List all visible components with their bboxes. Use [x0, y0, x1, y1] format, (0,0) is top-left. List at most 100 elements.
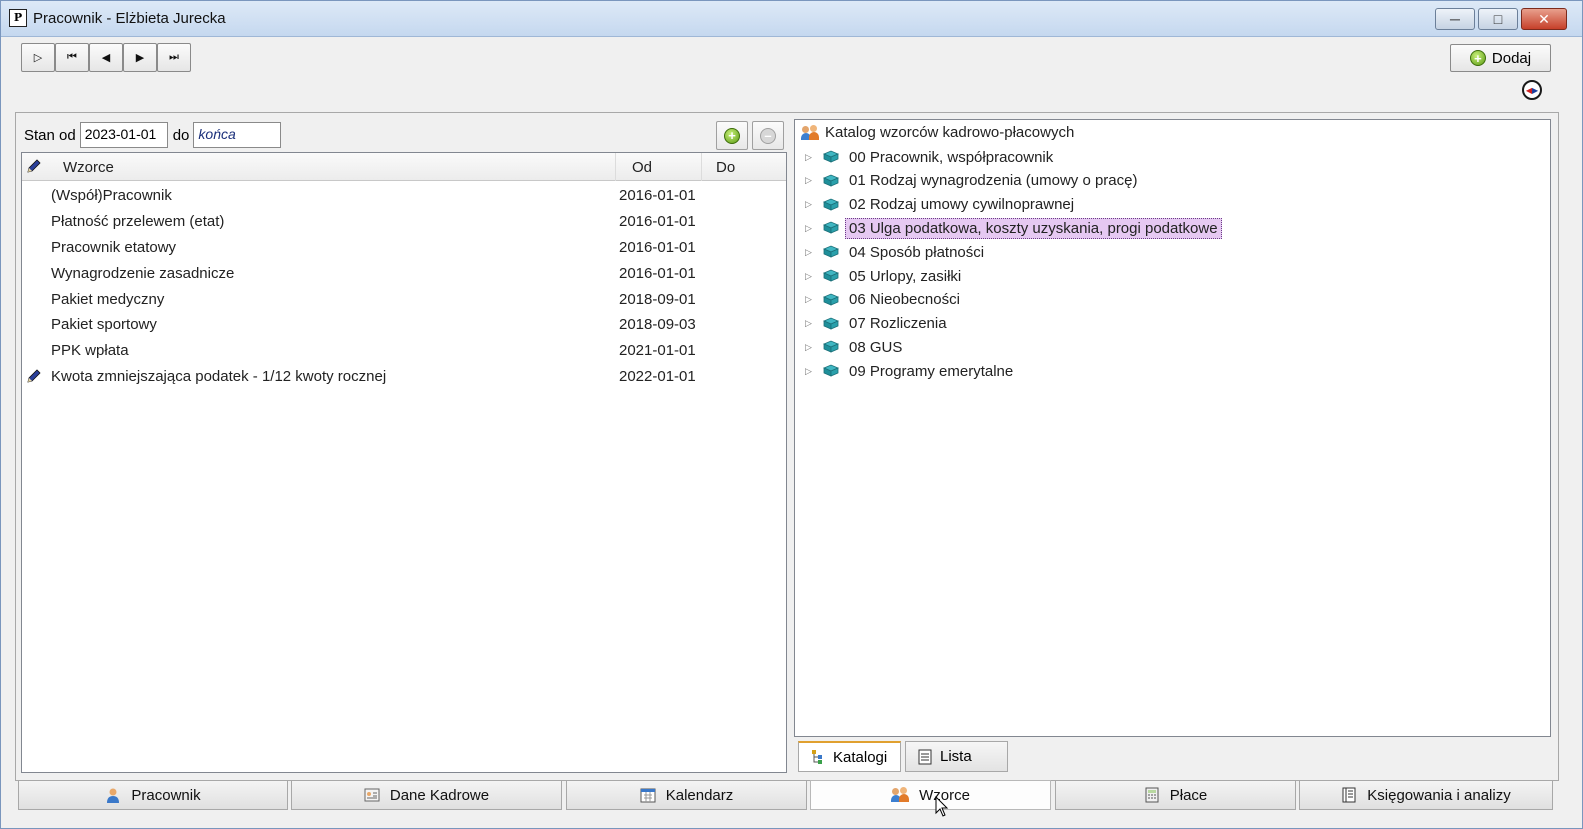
tab-pracownik[interactable]: Pracownik — [18, 780, 288, 810]
expand-arrow-icon[interactable]: ▷ — [805, 271, 813, 282]
table-row[interactable]: Pakiet sportowy 2018-09-03 — [22, 312, 786, 338]
last-record-button[interactable]: ⏭ — [157, 43, 191, 72]
book-icon — [823, 317, 839, 330]
row-name: Kwota zmniejszająca podatek - 1/12 kwoty… — [51, 368, 387, 386]
tree-item-label: 01 Rodzaj wynagrodzenia (umowy o pracę) — [849, 172, 1138, 190]
tab-place[interactable]: Płace — [1055, 780, 1296, 810]
book-icon — [823, 364, 839, 377]
add-button-label: Dodaj — [1491, 49, 1532, 67]
tree-item[interactable]: ▷ 06 Nieobecności — [805, 289, 964, 311]
first-icon: ⏮ — [67, 51, 77, 63]
book-icon — [823, 174, 839, 187]
row-from-date: 2016-01-01 — [619, 238, 696, 256]
column-header-from[interactable]: Od — [632, 159, 652, 176]
table-row[interactable]: Płatność przelewem (etat) 2016-01-01 — [22, 209, 786, 235]
expand-arrow-icon[interactable]: ▷ — [805, 223, 813, 234]
book-icon — [823, 245, 839, 258]
close-button[interactable]: ✕ — [1521, 8, 1567, 30]
tab-ksiegowania-label: Księgowania i analizy — [1367, 786, 1511, 804]
expand-arrow-icon[interactable]: ▷ — [805, 152, 813, 163]
ledger-icon — [1342, 787, 1356, 803]
list-icon — [918, 749, 932, 764]
minimize-button[interactable]: ─ — [1435, 8, 1475, 30]
row-name: Pracownik etatowy — [51, 238, 177, 256]
table-row[interactable]: Wynagrodzenie zasadnicze 2016-01-01 — [22, 261, 786, 287]
tab-wzorce[interactable]: Wzorce — [810, 780, 1051, 810]
row-from-date: 2018-09-01 — [619, 290, 696, 308]
row-name: (Współ)Pracownik — [51, 187, 172, 204]
book-icon — [823, 269, 839, 282]
table-row[interactable]: Kwota zmniejszająca podatek - 1/12 kwoty… — [22, 364, 786, 390]
tree-item[interactable]: ▷ 09 Programy emerytalne — [805, 360, 1017, 382]
table-row[interactable]: Pakiet medyczny 2018-09-01 — [22, 287, 786, 313]
tree-item-label: 09 Programy emerytalne — [849, 362, 1014, 380]
mouse-cursor-icon — [935, 796, 949, 817]
table-row[interactable]: PPK wpłata 2021-01-01 — [22, 338, 786, 364]
date-from-label: Stan od — [24, 126, 76, 144]
row-name: Płatność przelewem (etat) — [51, 212, 225, 230]
plus-icon: + — [1469, 50, 1486, 66]
tree-item[interactable]: ▷ 00 Pracownik, współpracownik — [805, 146, 1057, 168]
tree-item[interactable]: ▷ 04 Sposób płatności — [805, 241, 988, 263]
add-template-button[interactable]: + — [716, 121, 748, 150]
tab-katalogi[interactable]: Katalogi — [798, 741, 901, 772]
card-icon — [364, 788, 380, 802]
tree-item-label: 04 Sposób płatności — [849, 243, 985, 261]
new-record-button[interactable]: ▷ — [21, 43, 55, 72]
tree-item[interactable]: ▷ 01 Rodzaj wynagrodzenia (umowy o pracę) — [805, 170, 1141, 192]
expand-arrow-icon[interactable]: ▷ — [805, 175, 813, 186]
title-bar[interactable]: P Pracownik - Elżbieta Jurecka ─ □ ✕ — [1, 1, 1582, 37]
book-icon — [823, 340, 839, 353]
grid-body: (Współ)Pracownik 2016-01-01 Płatność przel… — [22, 183, 786, 390]
tree-item[interactable]: ▷ 02 Rodzaj umowy cywilnoprawnej — [805, 194, 1078, 216]
catalog-tree[interactable]: Katalog wzorców kadrowo-płacowych ▷ 00 Pr… — [794, 119, 1551, 737]
next-record-button[interactable]: ▶ — [123, 43, 157, 72]
tab-kalendarz[interactable]: Kalendarz — [566, 780, 807, 810]
row-name: Pakiet sportowy — [51, 316, 157, 334]
expand-arrow-icon[interactable]: ▷ — [805, 342, 813, 353]
row-name: Pakiet medyczny — [51, 290, 165, 308]
first-record-button[interactable]: ⏮ — [55, 43, 89, 72]
tree-item-label: 05 Urlopy, zasiłki — [849, 267, 962, 285]
tree-item[interactable]: ▷ 03 Ulga podatkowa, koszty uzyskania, pr… — [805, 217, 1222, 239]
table-row[interactable]: Pracownik etatowy 2016-01-01 — [22, 235, 786, 261]
calendar-icon — [640, 788, 656, 803]
templates-grid[interactable]: Wzorce Od Do (Współ)Pracownik 2016-01-01 P… — [21, 152, 787, 773]
tab-dane-kadrowe[interactable]: Dane Kadrowe — [291, 780, 562, 810]
book-icon — [823, 150, 839, 163]
switch-view-icon[interactable]: ◀ ▶ — [1522, 80, 1542, 100]
tree-item[interactable]: ▷ 08 GUS — [805, 336, 906, 358]
row-name: Wynagrodzenie zasadnicze — [51, 264, 235, 282]
date-from-input[interactable]: 2023-01-01 — [79, 122, 168, 148]
app-icon: P — [9, 9, 27, 27]
row-from-date: 2021-01-01 — [619, 342, 696, 360]
book-icon — [823, 221, 839, 234]
row-from-date: 2016-01-01 — [619, 187, 696, 204]
remove-template-button[interactable]: – — [752, 121, 784, 150]
expand-arrow-icon[interactable]: ▷ — [805, 366, 813, 377]
tree-item[interactable]: ▷ 07 Rozliczenia — [805, 313, 951, 335]
tree-item-label: 00 Pracownik, współpracownik — [849, 148, 1054, 166]
expand-arrow-icon[interactable]: ▷ — [805, 247, 813, 258]
column-header-name[interactable]: Wzorce — [63, 159, 114, 176]
previous-record-button[interactable]: ◀ — [89, 43, 123, 72]
column-header-to[interactable]: Do — [716, 159, 735, 176]
tree-item[interactable]: ▷ 05 Urlopy, zasiłki — [805, 265, 965, 287]
tree-root[interactable]: Katalog wzorców kadrowo-płacowych — [801, 124, 1074, 141]
tree-item-label: 03 Ulga podatkowa, koszty uzyskania, pro… — [845, 217, 1222, 239]
close-icon: ✕ — [1538, 10, 1550, 27]
tree-item-label: 08 GUS — [849, 338, 903, 356]
row-name: PPK wpłata — [51, 342, 129, 360]
row-from-date: 2022-01-01 — [619, 368, 696, 386]
expand-arrow-icon[interactable]: ▷ — [805, 199, 813, 210]
tab-lista[interactable]: Lista — [905, 741, 1008, 772]
expand-arrow-icon[interactable]: ▷ — [805, 318, 813, 329]
add-button[interactable]: + Dodaj — [1450, 44, 1551, 72]
table-row[interactable]: (Współ)Pracownik 2016-01-01 — [22, 183, 786, 209]
expand-arrow-icon[interactable]: ▷ — [805, 294, 813, 305]
tab-ksiegowania[interactable]: Księgowania i analizy — [1299, 780, 1553, 810]
minus-icon: – — [760, 127, 776, 144]
date-to-input[interactable]: końca — [193, 122, 282, 148]
maximize-button[interactable]: □ — [1478, 8, 1518, 30]
date-filter: Stan od 2023-01-01 do końca — [24, 122, 282, 148]
